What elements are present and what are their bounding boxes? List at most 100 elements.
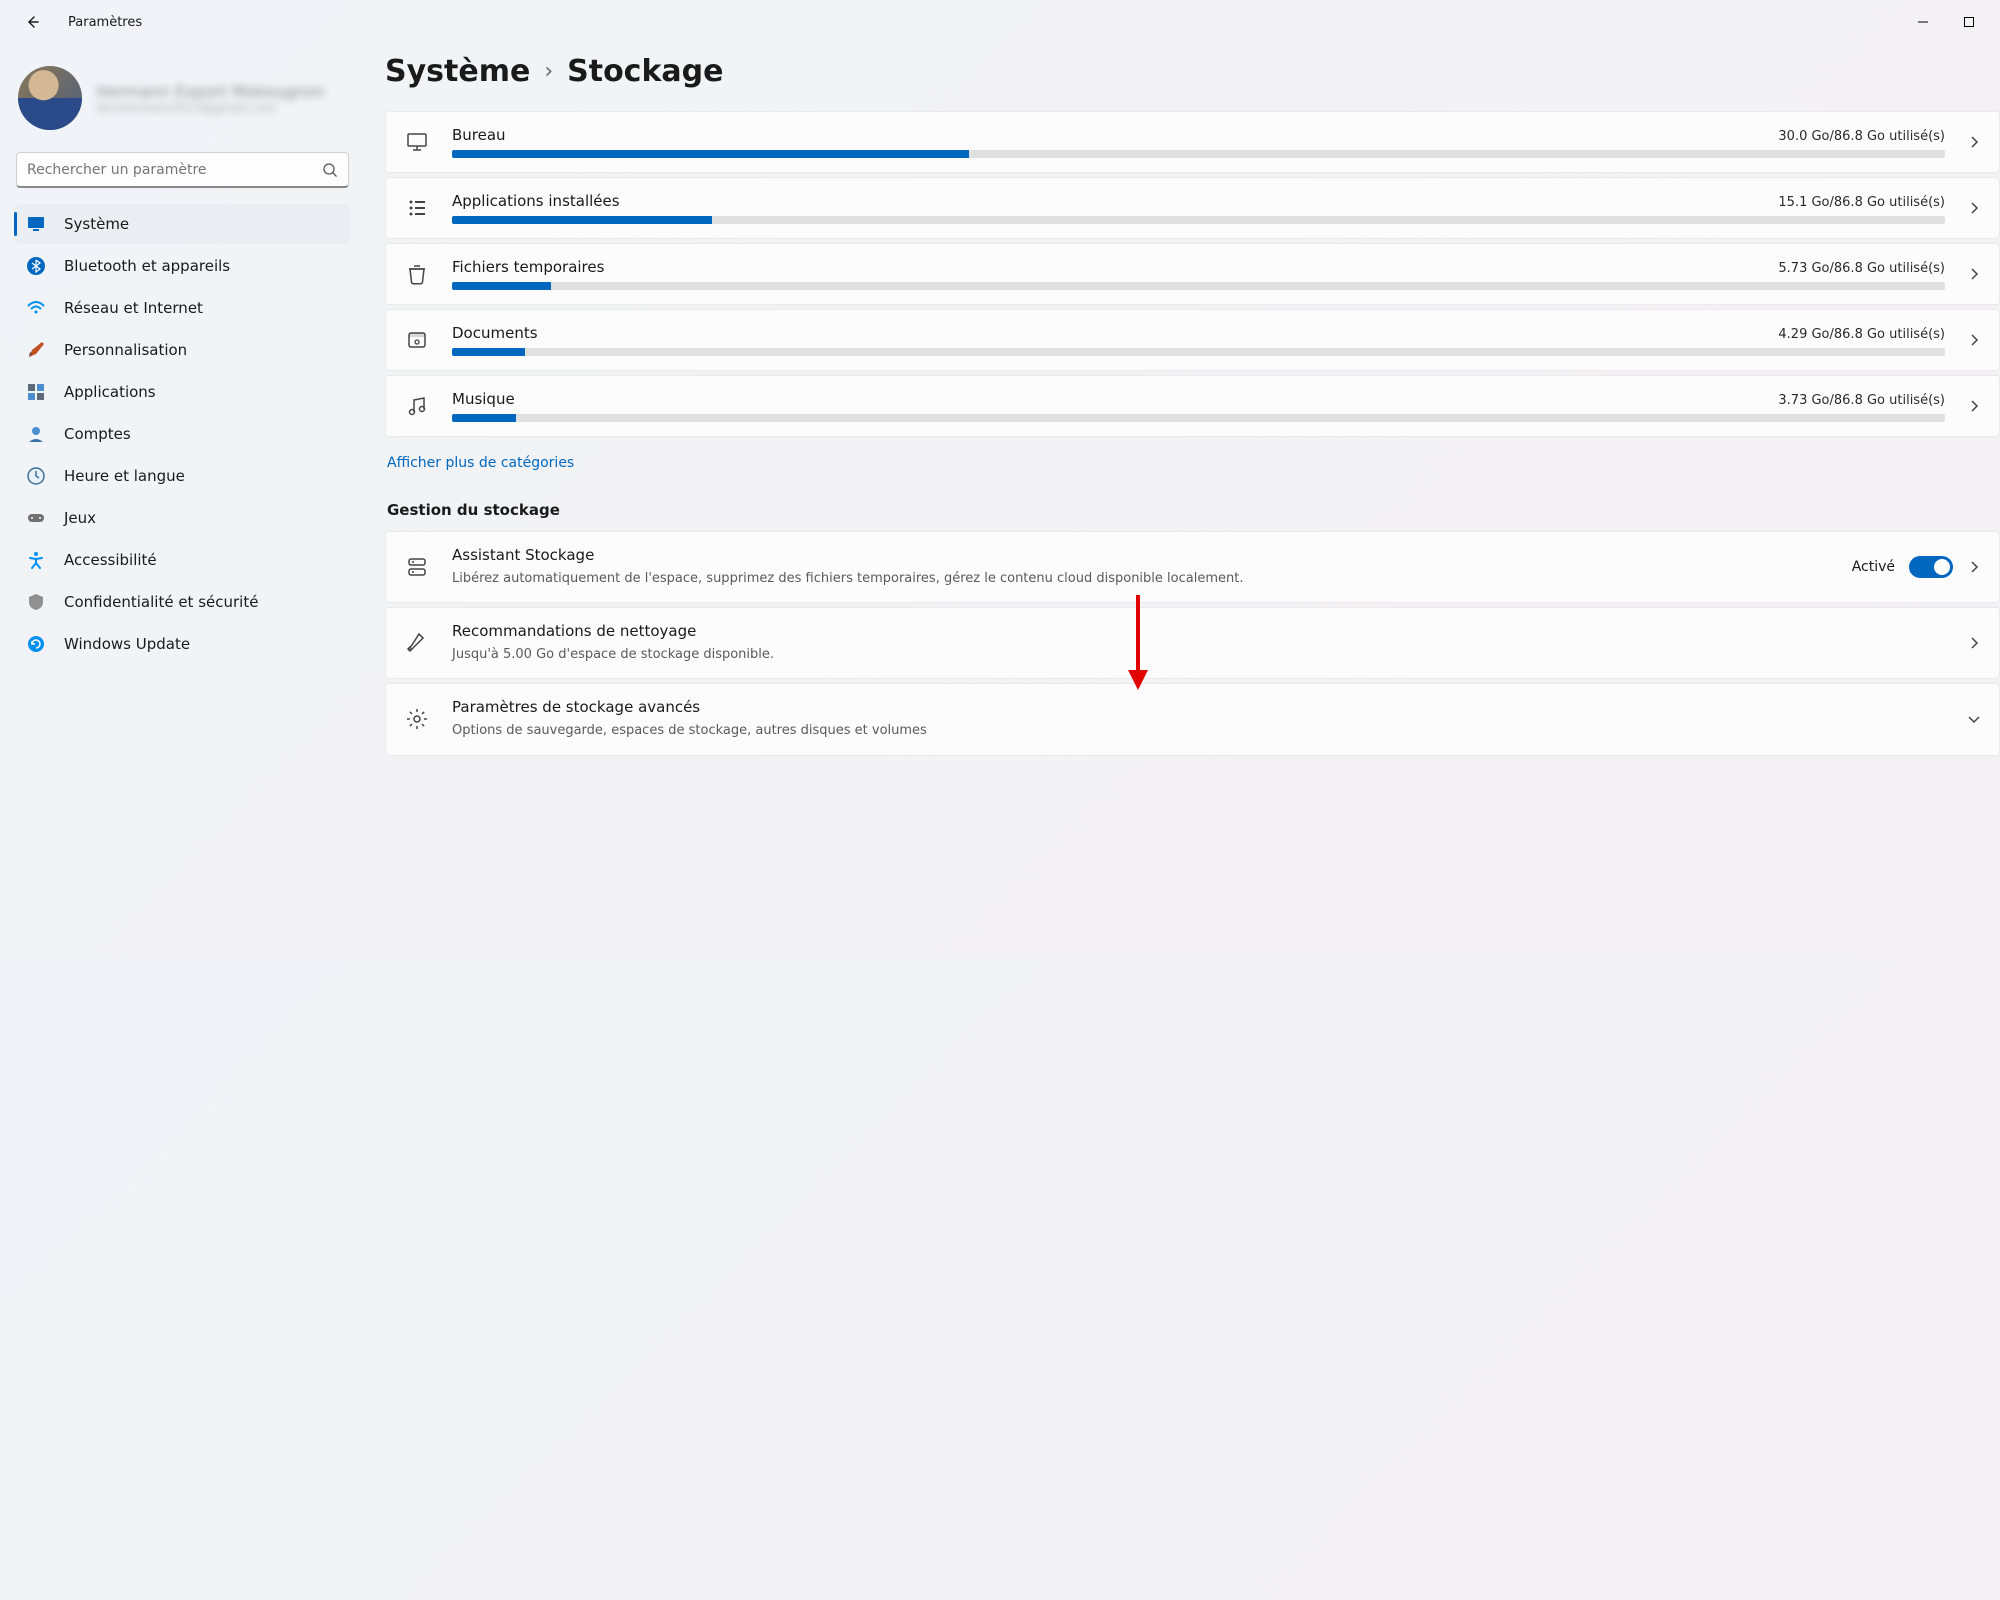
storage-progress	[452, 348, 1945, 356]
back-button[interactable]	[20, 10, 44, 34]
storage-progress	[452, 282, 1945, 290]
bluetooth-icon	[26, 256, 46, 276]
storage-item-label: Bureau	[452, 126, 506, 144]
chevron-right-icon	[1967, 201, 1981, 215]
storage-sense-desc: Libérez automatiquement de l'espace, sup…	[452, 570, 1830, 588]
nav-label: Jeux	[64, 509, 96, 527]
account-icon	[26, 424, 46, 444]
main-content: Système › Stockage Bureau 30.0 Go/86.8 Go…	[365, 44, 2000, 956]
profile-email: dochermann2013@gmail.com	[96, 101, 325, 115]
apps-icon	[26, 382, 46, 402]
app-title: Paramètres	[68, 15, 142, 30]
system-icon	[26, 214, 46, 234]
storage-item-label: Applications installées	[452, 192, 620, 210]
chevron-right-icon	[1967, 333, 1981, 347]
cleanup-desc: Jusqu'à 5.00 Go d'espace de stockage dis…	[452, 646, 1945, 664]
maximize-button[interactable]	[1946, 6, 1992, 38]
profile-block[interactable]: Hermann Export Mokougnon dochermann2013@…	[14, 54, 351, 148]
storage-item-usage: 30.0 Go/86.8 Go utilisé(s)	[1778, 129, 1945, 144]
nav-gaming[interactable]: Jeux	[14, 498, 351, 538]
storage-item-usage: 4.29 Go/86.8 Go utilisé(s)	[1778, 327, 1945, 342]
temp-icon	[404, 261, 430, 287]
storage-item-usage: 3.73 Go/86.8 Go utilisé(s)	[1778, 393, 1945, 408]
storage-item-usage: 15.1 Go/86.8 Go utilisé(s)	[1778, 195, 1945, 210]
titlebar: Paramètres	[0, 0, 2000, 44]
gear-icon	[404, 706, 430, 732]
breadcrumb-current: Stockage	[567, 54, 723, 89]
breadcrumb: Système › Stockage	[385, 54, 2000, 89]
nav-accounts[interactable]: Comptes	[14, 414, 351, 454]
storage-item-apps[interactable]: Applications installées 15.1 Go/86.8 Go u…	[385, 177, 2000, 239]
storage-sense-state: Activé	[1852, 559, 1895, 575]
nav-label: Comptes	[64, 425, 131, 443]
storage-sense-toggle[interactable]	[1909, 556, 1953, 578]
update-icon	[26, 634, 46, 654]
advanced-title: Paramètres de stockage avancés	[452, 698, 1945, 716]
storage-item-music[interactable]: Musique 3.73 Go/86.8 Go utilisé(s)	[385, 375, 2000, 437]
advanced-desc: Options de sauvegarde, espaces de stocka…	[452, 722, 1945, 740]
chevron-right-icon	[1967, 636, 1981, 650]
storage-sense-title: Assistant Stockage	[452, 546, 1830, 564]
section-title-management: Gestion du stockage	[387, 501, 2000, 519]
nav-label: Réseau et Internet	[64, 299, 203, 317]
accessibility-icon	[26, 550, 46, 570]
broom-icon	[404, 630, 430, 656]
nav-accessibility[interactable]: Accessibilité	[14, 540, 351, 580]
nav-label: Personnalisation	[64, 341, 187, 359]
nav-privacy[interactable]: Confidentialité et sécurité	[14, 582, 351, 622]
desktop-icon	[404, 129, 430, 155]
storage-item-desktop[interactable]: Bureau 30.0 Go/86.8 Go utilisé(s)	[385, 111, 2000, 173]
nav-label: Accessibilité	[64, 551, 157, 569]
search-box[interactable]	[16, 152, 349, 188]
chevron-right-icon	[1967, 135, 1981, 149]
nav-label: Confidentialité et sécurité	[64, 593, 258, 611]
storage-item-label: Documents	[452, 324, 538, 342]
apps-icon	[404, 195, 430, 221]
storage-progress	[452, 216, 1945, 224]
nav-time[interactable]: Heure et langue	[14, 456, 351, 496]
storage-item-label: Fichiers temporaires	[452, 258, 604, 276]
nav: Système Bluetooth et appareils Réseau et…	[14, 204, 351, 664]
chevron-right-icon	[1967, 399, 1981, 413]
show-more-categories-link[interactable]: Afficher plus de catégories	[387, 455, 574, 471]
search-input[interactable]	[27, 162, 322, 178]
nav-label: Système	[64, 215, 129, 233]
wifi-icon	[26, 298, 46, 318]
storage-item-docs[interactable]: Documents 4.29 Go/86.8 Go utilisé(s)	[385, 309, 2000, 371]
nav-system[interactable]: Système	[14, 204, 351, 244]
cleanup-title: Recommandations de nettoyage	[452, 622, 1945, 640]
nav-bluetooth[interactable]: Bluetooth et appareils	[14, 246, 351, 286]
storage-progress	[452, 414, 1945, 422]
nav-label: Heure et langue	[64, 467, 185, 485]
chevron-right-icon	[1967, 560, 1981, 574]
chevron-right-icon	[1967, 267, 1981, 281]
chevron-down-icon	[1967, 712, 1981, 726]
window-controls	[1900, 6, 1992, 38]
chevron-right-icon: ›	[544, 59, 553, 84]
advanced-storage-card[interactable]: Paramètres de stockage avancés Options d…	[385, 683, 2000, 755]
profile-name: Hermann Export Mokougnon	[96, 82, 325, 101]
storage-item-temp[interactable]: Fichiers temporaires 5.73 Go/86.8 Go util…	[385, 243, 2000, 305]
storage-item-label: Musique	[452, 390, 515, 408]
minimize-button[interactable]	[1900, 6, 1946, 38]
nav-apps[interactable]: Applications	[14, 372, 351, 412]
search-icon	[322, 162, 338, 178]
storage-sense-icon	[404, 554, 430, 580]
nav-network[interactable]: Réseau et Internet	[14, 288, 351, 328]
avatar	[18, 66, 82, 130]
nav-personalization[interactable]: Personnalisation	[14, 330, 351, 370]
storage-item-usage: 5.73 Go/86.8 Go utilisé(s)	[1778, 261, 1945, 276]
nav-label: Applications	[64, 383, 156, 401]
storage-sense-card[interactable]: Assistant Stockage Libérez automatiqueme…	[385, 531, 2000, 603]
nav-update[interactable]: Windows Update	[14, 624, 351, 664]
clock-icon	[26, 466, 46, 486]
shield-icon	[26, 592, 46, 612]
breadcrumb-parent[interactable]: Système	[385, 54, 530, 89]
docs-icon	[404, 327, 430, 353]
nav-label: Windows Update	[64, 635, 190, 653]
music-icon	[404, 393, 430, 419]
brush-icon	[26, 340, 46, 360]
nav-label: Bluetooth et appareils	[64, 257, 230, 275]
storage-progress	[452, 150, 1945, 158]
cleanup-recommendations-card[interactable]: Recommandations de nettoyage Jusqu'à 5.0…	[385, 607, 2000, 679]
